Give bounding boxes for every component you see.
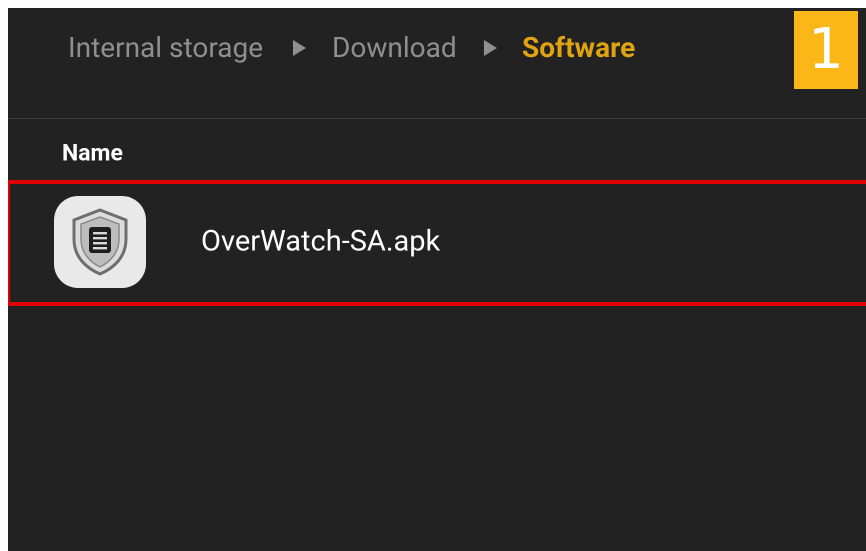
step-number-badge: 1	[794, 11, 858, 89]
file-name: OverWatch-SA.apk	[201, 224, 441, 259]
overwatch-shield-icon	[54, 196, 146, 288]
shield-icon	[72, 208, 128, 276]
breadcrumb-item-software[interactable]: Software	[522, 34, 635, 62]
breadcrumb-separator-icon	[293, 40, 306, 56]
file-manager-screen: Internal storage Download Software 1 Nam…	[8, 8, 866, 551]
row-divider	[188, 302, 866, 303]
breadcrumb-item-download[interactable]: Download	[332, 34, 457, 62]
breadcrumb: Internal storage Download Software	[8, 8, 866, 119]
breadcrumb-separator-icon	[484, 40, 497, 56]
name-column-header[interactable]: Name	[62, 142, 123, 165]
breadcrumb-item-internal-storage[interactable]: Internal storage	[68, 34, 263, 62]
file-list-item[interactable]: OverWatch-SA.apk	[8, 180, 866, 308]
